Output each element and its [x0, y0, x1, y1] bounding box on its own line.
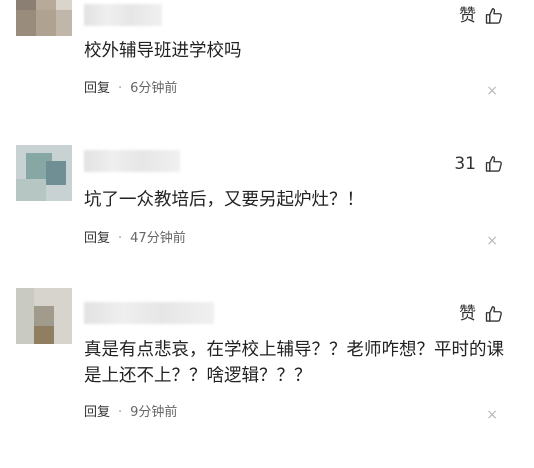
avatar[interactable] [16, 0, 72, 36]
timestamp: 9分钟前 [130, 405, 178, 420]
thumbs-up-icon [485, 306, 502, 322]
like-button[interactable]: 赞 [459, 303, 504, 325]
thumbs-up-icon [485, 156, 502, 172]
separator-dot: · [118, 405, 123, 420]
comment-meta: 回复 · 6分钟前 [84, 80, 177, 98]
close-icon[interactable]: × [486, 406, 498, 424]
separator-dot: · [118, 231, 123, 246]
like-button[interactable]: 31 [454, 153, 504, 175]
thumbs-up-icon [485, 8, 502, 24]
timestamp: 6分钟前 [130, 81, 178, 96]
like-label: 31 [454, 154, 476, 174]
reply-button[interactable]: 回复 [84, 230, 110, 248]
comment-text: 坑了一众教培后，又要另起炉灶？！ [84, 190, 364, 210]
comment-meta: 回复 · 9分钟前 [84, 404, 177, 422]
close-icon[interactable]: × [486, 82, 498, 100]
comment-text: 校外辅导班进学校吗 [84, 41, 242, 61]
timestamp: 47分钟前 [130, 231, 186, 246]
reply-button[interactable]: 回复 [84, 404, 110, 422]
like-label: 赞 [459, 304, 476, 324]
username[interactable] [84, 302, 214, 324]
avatar[interactable] [16, 145, 72, 201]
comment-meta: 回复 · 47分钟前 [84, 230, 186, 248]
comment-text: 真是有点悲哀，在学校上辅导？？老师咋想？平时的课是上还不上？？啥逻辑？？？ [84, 340, 504, 386]
username[interactable] [84, 150, 180, 172]
close-icon[interactable]: × [486, 232, 498, 250]
like-label: 赞 [459, 6, 476, 26]
separator-dot: · [118, 81, 123, 96]
reply-button[interactable]: 回复 [84, 80, 110, 98]
like-button[interactable]: 赞 [459, 5, 504, 27]
username[interactable] [84, 4, 162, 26]
avatar[interactable] [16, 288, 72, 344]
